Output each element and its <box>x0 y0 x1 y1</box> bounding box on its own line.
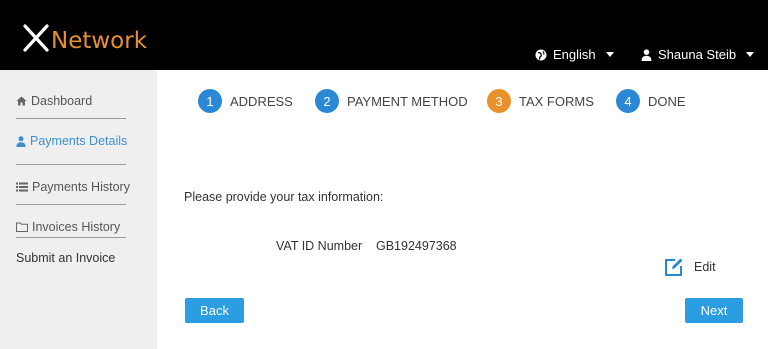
tax-info-prompt: Please provide your tax information: <box>184 190 384 204</box>
back-button[interactable]: Back <box>185 298 244 323</box>
sidebar-divider <box>16 118 126 119</box>
step-number: 1 <box>198 89 222 113</box>
step-address: 1 ADDRESS <box>198 89 293 113</box>
vat-id-value: GB192497368 <box>376 239 457 253</box>
step-label: ADDRESS <box>230 93 293 109</box>
brand-name: Network <box>51 28 148 54</box>
user-icon <box>641 48 652 61</box>
step-label: DONE <box>648 93 686 109</box>
sidebar-item-label: Payments History <box>32 180 130 194</box>
user-icon <box>16 135 26 147</box>
sidebar-divider <box>16 204 126 205</box>
sidebar-divider <box>16 164 126 165</box>
user-menu[interactable]: Shauna Steib <box>641 47 755 62</box>
sidebar-item-label: Dashboard <box>31 94 93 108</box>
sidebar-item-payments-details[interactable]: Payments Details <box>16 134 127 148</box>
step-number: 3 <box>487 89 511 113</box>
edit-label: Edit <box>694 260 716 274</box>
step-number: 2 <box>315 89 339 113</box>
language-label: English <box>553 47 596 62</box>
sidebar-item-submit-invoice[interactable]: Submit an Invoice <box>16 251 115 265</box>
vat-id-label: VAT ID Number <box>276 239 363 253</box>
chevron-down-icon <box>746 52 755 57</box>
step-number: 4 <box>616 89 640 113</box>
edit-icon <box>665 258 683 276</box>
user-name: Shauna Steib <box>658 47 737 62</box>
sidebar-item-label: Payments Details <box>30 134 128 148</box>
step-payment-method: 2 PAYMENT METHOD <box>315 89 468 113</box>
sidebar: Dashboard Payments Details Payments Hist… <box>0 70 157 349</box>
step-done: 4 DONE <box>616 89 686 113</box>
list-icon <box>16 182 28 192</box>
step-label: TAX FORMS <box>519 93 594 109</box>
top-bar: Network English Shauna Steib <box>0 0 768 70</box>
chevron-down-icon <box>605 52 614 57</box>
sidebar-item-invoices-history[interactable]: Invoices History <box>16 220 120 234</box>
folder-icon <box>16 222 28 232</box>
sidebar-item-label: Invoices History <box>32 220 121 234</box>
next-button[interactable]: Next <box>685 298 743 323</box>
sidebar-item-label: Submit an Invoice <box>16 251 116 265</box>
step-tax-forms: 3 TAX FORMS <box>487 89 594 113</box>
home-icon <box>16 96 27 106</box>
language-selector[interactable]: English <box>535 47 614 62</box>
globe-icon <box>535 49 547 60</box>
sidebar-divider <box>16 237 126 238</box>
logo-x-icon <box>23 24 49 52</box>
sidebar-item-dashboard[interactable]: Dashboard <box>16 94 92 108</box>
sidebar-item-payments-history[interactable]: Payments History <box>16 180 130 194</box>
edit-button[interactable]: Edit <box>664 257 716 277</box>
step-label: PAYMENT METHOD <box>347 93 468 109</box>
